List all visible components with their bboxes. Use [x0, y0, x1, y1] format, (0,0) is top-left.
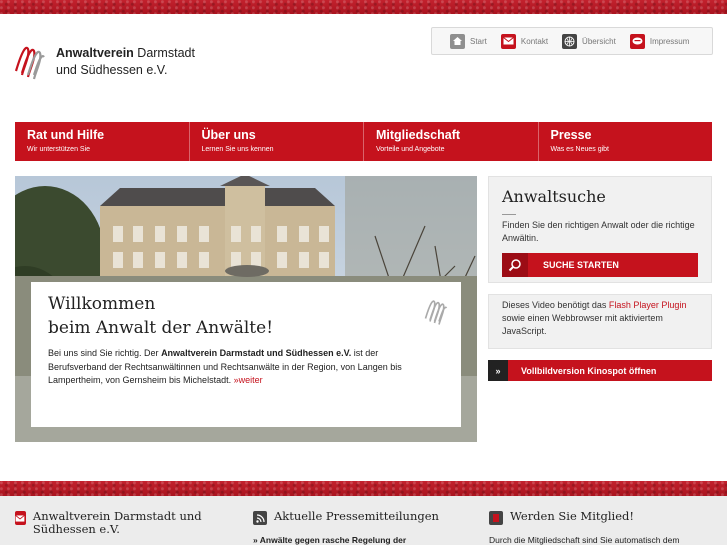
- footer-membership-title[interactable]: Werden Sie Mitglied!: [510, 510, 634, 523]
- welcome-text-bold: Anwaltverein Darmstadt und Südhessen e.V…: [161, 348, 352, 358]
- lawyer-search-box: Anwaltsuche Finden Sie den richtigen Anw…: [488, 176, 712, 283]
- welcome-more-link[interactable]: »weiter: [234, 375, 263, 385]
- lawyer-search-title: Anwaltsuche: [502, 187, 606, 206]
- logo-line1-rest: Darmstadt: [133, 46, 195, 60]
- globe-icon: [562, 33, 578, 49]
- toplink-start[interactable]: Start: [450, 33, 487, 49]
- footer-press-item-text: » Anwälte gegen rasche Regelung der: [253, 535, 407, 545]
- toplink-impressum-label: Impressum: [649, 36, 690, 46]
- mail-icon: [15, 511, 26, 525]
- footer-col-contact: Anwaltverein Darmstadt und Südhessen e.V…: [15, 510, 235, 536]
- footer-membership-text: Durch die Mitgliedschaft sind Sie automa…: [489, 535, 680, 545]
- footer-press-title[interactable]: Aktuelle Pressemitteilungen: [274, 510, 439, 523]
- speech-icon: [629, 33, 645, 49]
- search-start-button[interactable]: SUCHE STARTEN: [502, 253, 698, 277]
- nav-item-title: Presse: [550, 128, 592, 142]
- magnifier-icon: [502, 253, 528, 277]
- footer-col-membership: Werden Sie Mitglied! Durch die Mitglieds…: [489, 510, 719, 545]
- nav-item-title: Mitgliedschaft: [376, 128, 461, 142]
- flash-player-link[interactable]: Flash Player Plugin: [609, 300, 687, 310]
- toplink-uebersicht[interactable]: Übersicht: [562, 33, 616, 49]
- nav-item-subtitle: Vorteile und Angebote: [376, 146, 445, 153]
- footer: Anwaltverein Darmstadt und Südhessen e.V…: [0, 496, 727, 545]
- search-start-label: SUCHE STARTEN: [543, 260, 619, 270]
- lawyer-search-text: Finden Sie den richtigen Anwalt oder die…: [502, 220, 695, 243]
- nav-item-title: Über uns: [201, 128, 256, 142]
- home-icon: [450, 33, 465, 49]
- member-icon: [489, 511, 503, 525]
- nav-item-subtitle: Was es Neues gibt: [550, 146, 610, 153]
- site-logo[interactable]: Anwaltverein Darmstadt und Südhessen e.V…: [14, 41, 195, 81]
- logo-mark-small-icon: [424, 300, 448, 325]
- logo-line2: und Südhessen e.V.: [56, 63, 168, 77]
- kinospot-label: Vollbildversion Kinospot öffnen: [521, 365, 657, 376]
- nav-item-presse[interactable]: Presse Was es Neues gibt: [539, 122, 713, 161]
- nav-item-subtitle: Wir unterstützen Sie: [27, 146, 91, 153]
- footer-contact-title[interactable]: Anwaltverein Darmstadt und Südhessen e.V…: [33, 510, 235, 536]
- nav-item-mitgliedschaft[interactable]: Mitgliedschaft Vorteile und Angebote: [364, 122, 539, 161]
- nav-item-subtitle: Lernen Sie uns kennen: [201, 146, 274, 153]
- footer-press-item[interactable]: » Anwälte gegen rasche Regelung der: [253, 535, 453, 545]
- top-leather-strip: [0, 0, 727, 14]
- toplink-impressum[interactable]: Impressum: [629, 33, 690, 49]
- bottom-leather-strip: [0, 481, 727, 496]
- kinospot-fullscreen-button[interactable]: » Vollbildversion Kinospot öffnen: [488, 360, 712, 381]
- top-links-bar: Start Kontakt Übersicht Impressum: [431, 27, 713, 55]
- toplink-uebersicht-label: Übersicht: [582, 36, 616, 46]
- welcome-title: Willkommen beim Anwalt der Anwälte!: [48, 292, 444, 340]
- flash-notice: Dieses Video benötigt das Flash Player P…: [488, 294, 712, 349]
- welcome-title-line1: Willkommen: [48, 294, 156, 314]
- toplink-start-label: Start: [470, 36, 487, 46]
- logo-text: Anwaltverein Darmstadt und Südhessen e.V…: [56, 45, 195, 79]
- nav-item-ueber-uns[interactable]: Über uns Lernen Sie uns kennen: [190, 122, 364, 161]
- logo-mark-icon: [14, 46, 45, 80]
- mail-icon: [500, 33, 516, 49]
- footer-col-press: Aktuelle Pressemitteilungen » Anwälte ge…: [253, 510, 453, 545]
- flash-text-after: sowie einen Webbrowser mit aktiviertem J…: [502, 313, 663, 336]
- welcome-box: Willkommen beim Anwalt der Anwälte! Bei …: [31, 282, 461, 427]
- flash-text-before: Dieses Video benötigt das: [502, 300, 609, 310]
- welcome-text-before: Bei uns sind Sie richtig. Der: [48, 348, 162, 358]
- welcome-title-line2: beim Anwalt der Anwälte!: [48, 318, 274, 338]
- welcome-text: Bei uns sind Sie richtig. Der Anwaltvere…: [48, 347, 428, 388]
- nav-item-rat-und-hilfe[interactable]: Rat und Hilfe Wir unterstützen Sie: [15, 122, 190, 161]
- toplink-kontakt-label: Kontakt: [520, 36, 549, 46]
- rss-icon: [253, 511, 267, 525]
- double-chevron-icon: »: [488, 360, 508, 381]
- toplink-kontakt[interactable]: Kontakt: [500, 33, 549, 49]
- nav-item-title: Rat und Hilfe: [27, 128, 105, 142]
- logo-line1-bold: Anwaltverein: [56, 46, 134, 60]
- divider: [502, 214, 516, 215]
- main-navigation: Rat und Hilfe Wir unterstützen Sie Über …: [15, 122, 712, 161]
